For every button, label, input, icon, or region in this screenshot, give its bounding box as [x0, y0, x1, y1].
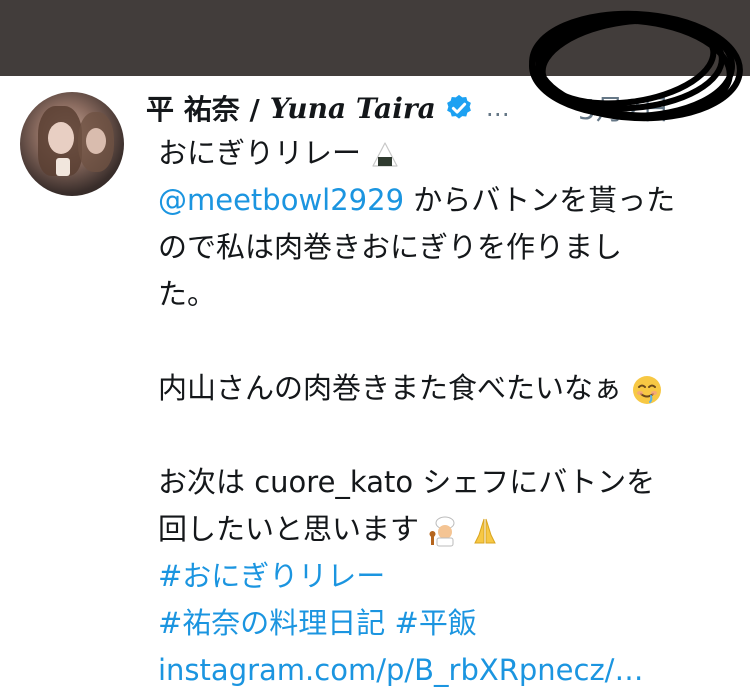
- hashtag-link[interactable]: #おにぎりリレー: [158, 559, 385, 593]
- redaction-scribble: [529, 10, 743, 122]
- text-line: 回したいと思います: [158, 512, 420, 546]
- author-name-en[interactable]: Yuna Taira: [270, 92, 436, 125]
- author-name[interactable]: 平 祐奈 /: [146, 88, 260, 128]
- tweet-body: おにぎりリレー @meetbowl2929 からバトンを貰った ので私は肉巻きお…: [158, 130, 738, 694]
- onigiri-emoji: [372, 142, 398, 167]
- chef-emoji: [429, 516, 455, 547]
- mention-link[interactable]: @meetbowl2929: [158, 183, 404, 217]
- avatar[interactable]: [20, 92, 124, 196]
- tweet-header: 平 祐奈 / Yuna Taira …: [146, 86, 510, 130]
- text-line: からバトンを貰った: [404, 183, 676, 217]
- verified-badge-icon: [446, 94, 471, 119]
- more-menu[interactable]: …: [486, 94, 510, 122]
- hashtag-link[interactable]: #祐奈の料理日記: [158, 606, 385, 640]
- instagram-link[interactable]: instagram.com/p/B_rbXRpnecz/…: [158, 653, 643, 687]
- text-line: お次は cuore_kato シェフにバトンを: [158, 465, 656, 499]
- text-line: 内山さんの肉巻きまた食べたいなぁ: [158, 371, 623, 405]
- drooling-smile-emoji: [633, 376, 662, 404]
- text-line: ので私は肉巻きおにぎりを作りまし: [158, 230, 623, 264]
- text-line: た。: [158, 277, 217, 311]
- folded-hands-emoji: [474, 518, 497, 544]
- text-line: おにぎりリレー: [158, 136, 362, 170]
- hashtag-link[interactable]: #平飯: [395, 606, 477, 640]
